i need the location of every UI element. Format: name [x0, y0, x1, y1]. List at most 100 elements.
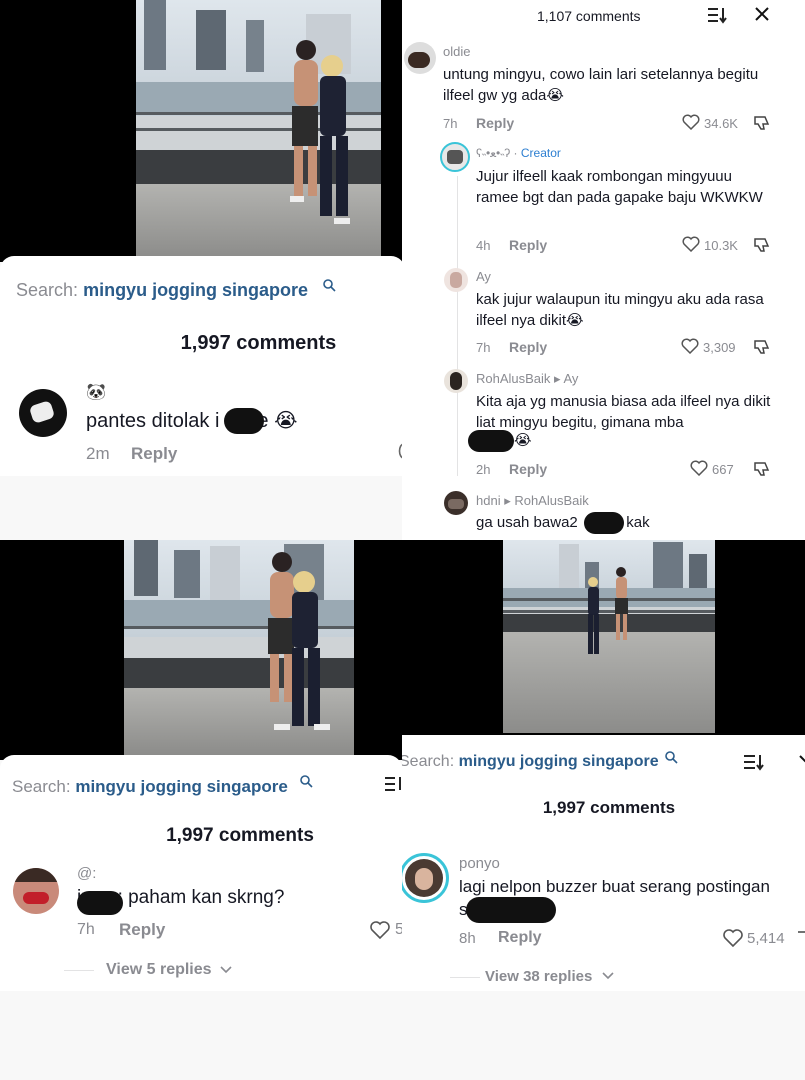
- reply-button[interactable]: Reply: [509, 237, 547, 253]
- comment-username[interactable]: ponyo: [459, 855, 500, 872]
- comment-username[interactable]: RohAlusBaik ▸ Ay: [476, 371, 578, 387]
- avatar[interactable]: [444, 491, 468, 515]
- bottom-blank-area: [0, 991, 805, 1080]
- redaction-mark: [224, 408, 264, 434]
- comment-username[interactable]: @:: [77, 865, 96, 882]
- heart-icon[interactable]: [681, 338, 699, 354]
- redaction-mark: [584, 512, 624, 534]
- comments-count: 1,997 comments: [542, 798, 676, 817]
- view-replies-button[interactable]: View 5 replies: [106, 961, 212, 979]
- like-count: 3,309: [703, 340, 736, 355]
- chevron-down-icon[interactable]: [220, 966, 232, 974]
- comment-time: 7h: [476, 340, 491, 355]
- comments-panel-top-right: 1,107 comments oldie untung mingyu, cowo…: [402, 0, 805, 540]
- comment-time: 7h: [77, 921, 95, 938]
- search-icon: [300, 775, 313, 788]
- sort-icon[interactable]: [743, 753, 765, 771]
- reply-button[interactable]: Reply: [509, 461, 547, 477]
- dislike-icon[interactable]: [753, 114, 771, 131]
- comment-username[interactable]: ʕ˵•ﻌ•˵ʔ · Creator: [476, 146, 561, 160]
- search-suggestion[interactable]: Search: mingyu jogging singapore: [12, 777, 288, 797]
- search-label: Search:: [402, 753, 455, 770]
- comment-time: 8h: [459, 930, 476, 947]
- search-query-link[interactable]: mingyu jogging singapore: [83, 280, 308, 300]
- comment-username[interactable]: Ay: [476, 269, 491, 284]
- comment-username[interactable]: oldie: [443, 44, 470, 59]
- like-count: 34.6K: [704, 116, 738, 131]
- search-suggestion[interactable]: Search: mingyu jogging singapore: [402, 753, 659, 771]
- panda-icon: 🐼: [86, 384, 106, 401]
- redaction-mark: [468, 430, 514, 452]
- video-frame-bottom-right[interactable]: [503, 540, 715, 733]
- dislike-icon[interactable]: [796, 929, 805, 947]
- search-label: Search:: [16, 280, 79, 300]
- search-icon: [665, 751, 678, 764]
- avatar[interactable]: [402, 853, 449, 903]
- sort-icon[interactable]: [707, 6, 727, 24]
- avatar[interactable]: [444, 268, 468, 292]
- reply-button[interactable]: Reply: [476, 115, 514, 131]
- divider: [64, 970, 94, 971]
- creator-badge: Creator: [520, 146, 561, 160]
- heart-icon[interactable]: [369, 920, 391, 940]
- heart-icon[interactable]: [682, 236, 700, 252]
- close-icon[interactable]: [798, 754, 805, 770]
- reply-button[interactable]: Reply: [498, 929, 542, 947]
- avatar[interactable]: [404, 42, 436, 74]
- comments-panel-top-left: Search: mingyu jogging singapore 1,997 c…: [0, 256, 405, 476]
- comment-time: 2h: [476, 462, 491, 477]
- comments-panel-bottom-left: Search: mingyu jogging singapore 1,997 c…: [0, 755, 402, 991]
- comments-count: 1,997 comments: [166, 825, 314, 846]
- comment-text: Jujur ilfeell kaak rombongan mingyuuu ra…: [476, 168, 763, 206]
- dislike-icon[interactable]: [753, 460, 771, 477]
- comment-time: 4h: [476, 238, 491, 253]
- search-icon: [323, 279, 336, 292]
- like-count: 5: [395, 921, 402, 938]
- heart-icon[interactable]: [690, 460, 708, 476]
- reply-button[interactable]: Reply: [509, 339, 547, 355]
- video-frame-top-left[interactable]: [136, 0, 381, 258]
- comment-time: 2m: [86, 444, 110, 463]
- like-count: 5,414: [747, 930, 785, 947]
- dislike-icon[interactable]: [753, 236, 771, 253]
- close-icon[interactable]: [754, 6, 770, 22]
- reply-button[interactable]: Reply: [119, 920, 165, 940]
- comment-text: pantes ditolak ie 😭: [86, 410, 298, 432]
- emoji: 😭: [514, 432, 532, 449]
- search-query-link[interactable]: mingyu jogging singapore: [459, 753, 659, 770]
- panel-gap-top-left: [0, 476, 402, 540]
- redaction-mark: [77, 891, 123, 915]
- like-count: 667: [712, 462, 734, 477]
- dislike-icon[interactable]: [753, 338, 771, 355]
- joggers-figure: [290, 40, 350, 224]
- heart-icon[interactable]: [682, 114, 700, 130]
- search-query-link[interactable]: mingyu jogging singapore: [75, 777, 288, 796]
- comment-text: lagi nelpon buzzer buat serang postingan: [459, 877, 770, 896]
- joggers-figure: [588, 567, 628, 654]
- video-frame-bottom-left[interactable]: [124, 540, 354, 755]
- chevron-down-icon[interactable]: [602, 972, 614, 980]
- like-count: 10.3K: [704, 238, 738, 253]
- redaction-mark: [466, 897, 556, 923]
- sort-icon[interactable]: [384, 775, 402, 793]
- divider: [450, 977, 480, 978]
- search-label: Search:: [12, 777, 71, 796]
- thread-line: [457, 176, 458, 476]
- view-replies-button[interactable]: View 38 replies: [485, 968, 592, 985]
- comment-text: kak jujur walaupun itu mingyu aku ada ra…: [476, 291, 764, 329]
- avatar[interactable]: [13, 868, 59, 914]
- reply-button[interactable]: Reply: [131, 444, 177, 464]
- comments-panel-bottom-right: Search: mingyu jogging singapore 1,997 c…: [402, 735, 805, 991]
- comment-username[interactable]: hdni ▸ RohAlusBaik: [476, 493, 589, 509]
- heart-icon[interactable]: [722, 928, 744, 948]
- comment-text: untung mingyu, cowo lain lari setelannya…: [443, 66, 759, 104]
- comments-count: 1,107 comments: [537, 8, 641, 24]
- joggers-figure: [268, 552, 330, 730]
- avatar[interactable]: [444, 369, 468, 393]
- comment-text: Kita aja yg manusia biasa ada ilfeel nya…: [476, 393, 771, 431]
- avatar[interactable]: [19, 389, 67, 437]
- comments-count: 1,997 comments: [180, 332, 337, 354]
- avatar[interactable]: [440, 142, 470, 172]
- search-suggestion[interactable]: Search: mingyu jogging singapore: [16, 280, 308, 301]
- comment-time: 7h: [443, 116, 458, 131]
